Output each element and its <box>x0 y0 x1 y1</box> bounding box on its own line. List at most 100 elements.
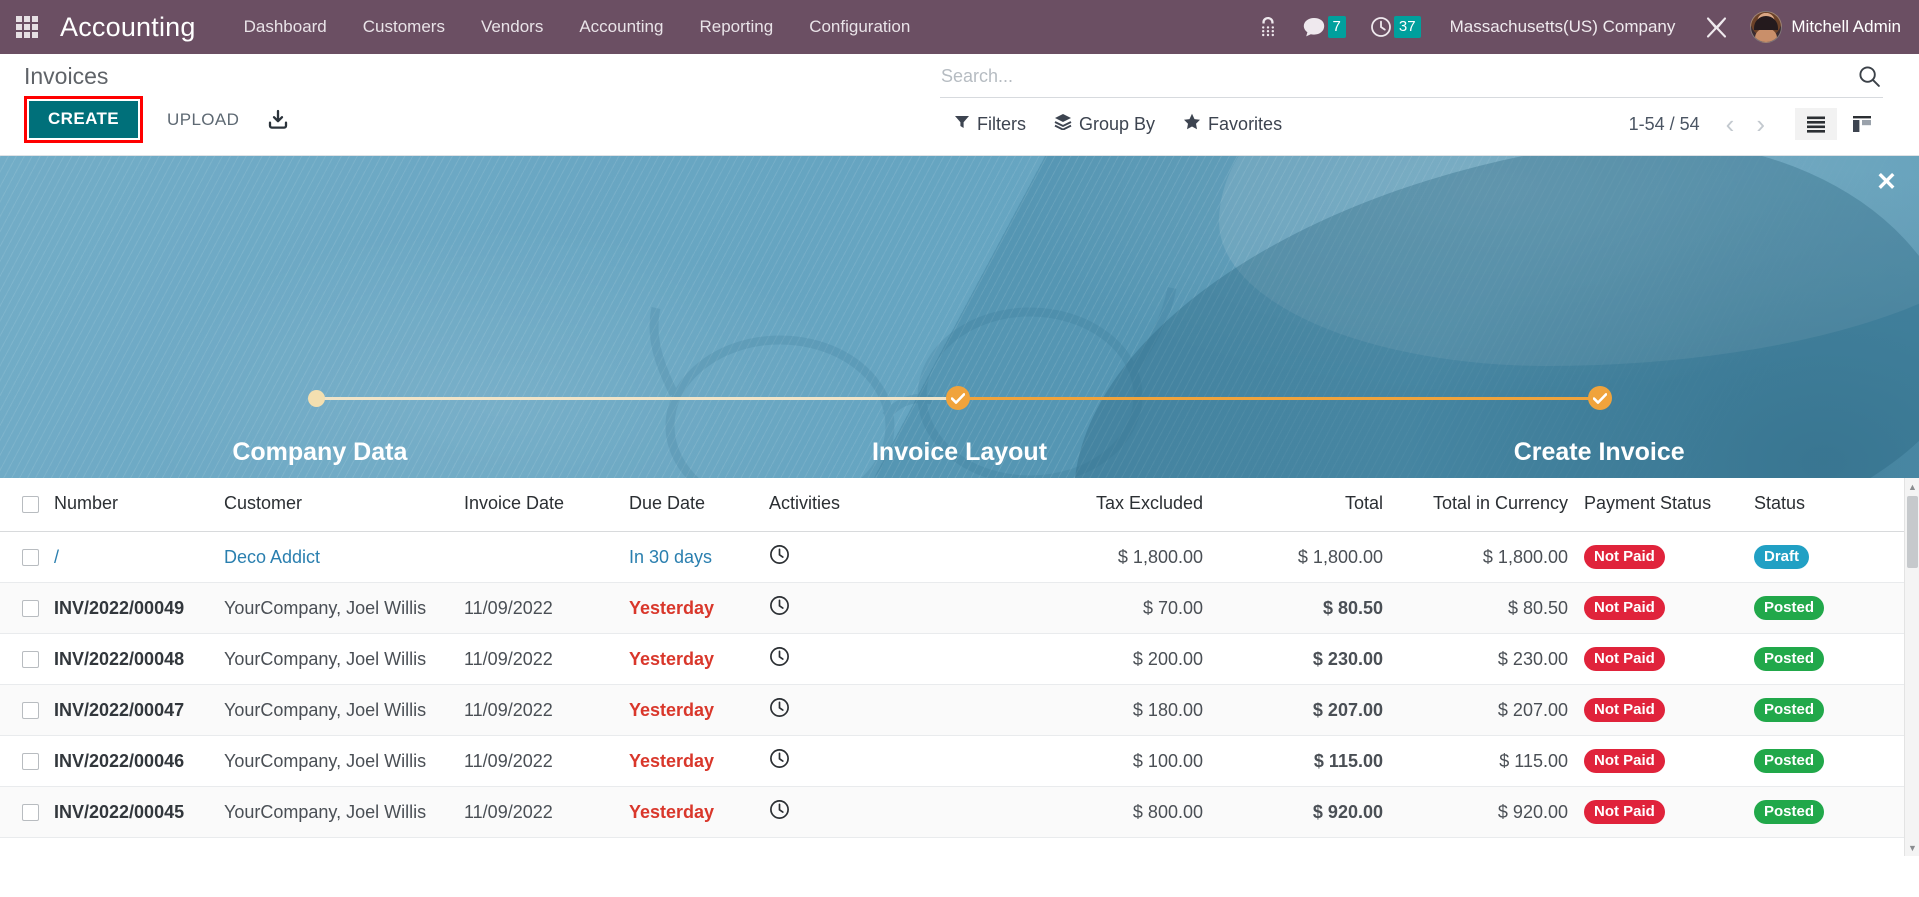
clock-icon[interactable] <box>769 544 790 570</box>
cell-tax-excluded[interactable]: $ 200.00 <box>991 634 1211 685</box>
column-header-tax-excluded[interactable]: Tax Excluded <box>991 478 1211 532</box>
row-checkbox[interactable] <box>22 702 39 719</box>
cell-status[interactable]: Posted <box>1746 583 1886 634</box>
favorites-button[interactable]: Favorites <box>1169 111 1296 137</box>
cell-total[interactable]: $ 115.00 <box>1211 736 1391 787</box>
kanban-icon[interactable] <box>1841 108 1883 140</box>
column-header-activities[interactable]: Activities <box>761 478 991 532</box>
row-checkbox[interactable] <box>22 651 39 668</box>
table-row[interactable]: INV/2022/00049YourCompany, Joel Willis11… <box>0 583 1919 634</box>
cell-status[interactable]: Posted <box>1746 634 1886 685</box>
cell-number[interactable]: INV/2022/00047 <box>46 685 216 736</box>
cell-tax-excluded[interactable]: $ 100.00 <box>991 736 1211 787</box>
cell-due-date[interactable]: Yesterday <box>621 634 761 685</box>
cell-due-date[interactable]: In 30 days <box>621 532 761 583</box>
cell-due-date[interactable]: Yesterday <box>621 685 761 736</box>
scrollbar-thumb[interactable] <box>1907 496 1918 568</box>
upload-button[interactable]: UPLOAD <box>151 100 255 140</box>
filters-button[interactable]: Filters <box>940 112 1040 137</box>
column-header-customer[interactable]: Customer <box>216 478 456 532</box>
cell-status[interactable]: Posted <box>1746 685 1886 736</box>
apps-grid-icon[interactable] <box>0 0 54 54</box>
cell-customer[interactable]: YourCompany, Joel Willis <box>216 583 456 634</box>
activities-counter[interactable]: 37 <box>1359 0 1432 54</box>
row-checkbox[interactable] <box>22 753 39 770</box>
clock-icon[interactable] <box>769 595 790 621</box>
cell-payment-status[interactable]: Not Paid <box>1576 787 1746 838</box>
clock-icon[interactable] <box>769 646 790 672</box>
clock-icon[interactable] <box>769 697 790 723</box>
menu-customers[interactable]: Customers <box>345 0 463 54</box>
cell-invoice-date[interactable]: 11/09/2022 <box>456 685 621 736</box>
user-menu[interactable]: Mitchell Admin <box>1742 11 1901 43</box>
column-header-due-date[interactable]: Due Date <box>621 478 761 532</box>
cell-tax-excluded[interactable]: $ 180.00 <box>991 685 1211 736</box>
search-icon[interactable] <box>1850 65 1883 88</box>
vertical-scrollbar[interactable]: ▲ ▼ <box>1904 478 1919 856</box>
cell-total-in-currency[interactable]: $ 207.00 <box>1391 685 1576 736</box>
company-switcher[interactable]: Massachusetts(US) Company <box>1434 17 1692 37</box>
cell-activities[interactable] <box>761 685 991 736</box>
cell-activities[interactable] <box>761 736 991 787</box>
cell-total[interactable]: $ 207.00 <box>1211 685 1391 736</box>
cell-number[interactable]: INV/2022/00045 <box>46 787 216 838</box>
cell-payment-status[interactable]: Not Paid <box>1576 532 1746 583</box>
cell-number[interactable]: INV/2022/00049 <box>46 583 216 634</box>
chevron-right-icon[interactable]: › <box>1746 111 1775 137</box>
cell-payment-status[interactable]: Not Paid <box>1576 634 1746 685</box>
menu-vendors[interactable]: Vendors <box>463 0 561 54</box>
menu-configuration[interactable]: Configuration <box>791 0 928 54</box>
clock-icon[interactable] <box>769 748 790 774</box>
cell-customer[interactable]: YourCompany, Joel Willis <box>216 736 456 787</box>
cell-status[interactable]: Draft <box>1746 532 1886 583</box>
tools-icon[interactable] <box>1693 0 1740 54</box>
cell-activities[interactable] <box>761 583 991 634</box>
create-button[interactable]: CREATE <box>29 101 138 138</box>
cell-total[interactable]: $ 80.50 <box>1211 583 1391 634</box>
row-checkbox[interactable] <box>22 804 39 821</box>
cell-number[interactable]: INV/2022/00046 <box>46 736 216 787</box>
column-header-total[interactable]: Total <box>1211 478 1391 532</box>
cell-payment-status[interactable]: Not Paid <box>1576 685 1746 736</box>
app-brand-accounting[interactable]: Accounting <box>54 12 226 43</box>
cell-activities[interactable] <box>761 634 991 685</box>
cell-invoice-date[interactable]: 11/09/2022 <box>456 736 621 787</box>
messages-counter[interactable]: 7 <box>1291 0 1357 54</box>
cell-total-in-currency[interactable]: $ 920.00 <box>1391 787 1576 838</box>
menu-accounting[interactable]: Accounting <box>561 0 681 54</box>
cell-tax-excluded[interactable]: $ 800.00 <box>991 787 1211 838</box>
table-row[interactable]: INV/2022/00047YourCompany, Joel Willis11… <box>0 685 1919 736</box>
cell-total-in-currency[interactable]: $ 1,800.00 <box>1391 532 1576 583</box>
cell-invoice-date[interactable]: 11/09/2022 <box>456 634 621 685</box>
cell-status[interactable]: Posted <box>1746 736 1886 787</box>
close-icon[interactable]: ✕ <box>1876 170 1897 195</box>
cell-total-in-currency[interactable]: $ 230.00 <box>1391 634 1576 685</box>
row-checkbox[interactable] <box>22 600 39 617</box>
cell-due-date[interactable]: Yesterday <box>621 787 761 838</box>
cell-invoice-date[interactable]: 11/09/2022 <box>456 583 621 634</box>
cell-number[interactable]: / <box>46 532 216 583</box>
table-row[interactable]: /Deco AddictIn 30 days$ 1,800.00$ 1,800.… <box>0 532 1919 583</box>
list-icon[interactable] <box>1795 108 1837 140</box>
cell-number[interactable]: INV/2022/00048 <box>46 634 216 685</box>
cell-activities[interactable] <box>761 787 991 838</box>
cell-customer[interactable]: Deco Addict <box>216 532 456 583</box>
table-row[interactable]: INV/2022/00048YourCompany, Joel Willis11… <box>0 634 1919 685</box>
cell-total[interactable]: $ 1,800.00 <box>1211 532 1391 583</box>
cell-due-date[interactable]: Yesterday <box>621 583 761 634</box>
cell-activities[interactable] <box>761 532 991 583</box>
phone-icon[interactable] <box>1247 0 1289 54</box>
scroll-down-icon[interactable]: ▼ <box>1905 839 1919 856</box>
menu-dashboard[interactable]: Dashboard <box>226 0 345 54</box>
search-input[interactable] <box>940 64 1850 89</box>
scroll-up-icon[interactable]: ▲ <box>1905 478 1919 495</box>
cell-total[interactable]: $ 230.00 <box>1211 634 1391 685</box>
column-header-status[interactable]: Status <box>1746 478 1886 532</box>
cell-invoice-date[interactable] <box>456 532 621 583</box>
column-header-total-in-currency[interactable]: Total in Currency <box>1391 478 1576 532</box>
cell-invoice-date[interactable]: 11/09/2022 <box>456 787 621 838</box>
column-header-payment-status[interactable]: Payment Status <box>1576 478 1746 532</box>
cell-tax-excluded[interactable]: $ 1,800.00 <box>991 532 1211 583</box>
menu-reporting[interactable]: Reporting <box>681 0 791 54</box>
table-row[interactable]: INV/2022/00045YourCompany, Joel Willis11… <box>0 787 1919 838</box>
